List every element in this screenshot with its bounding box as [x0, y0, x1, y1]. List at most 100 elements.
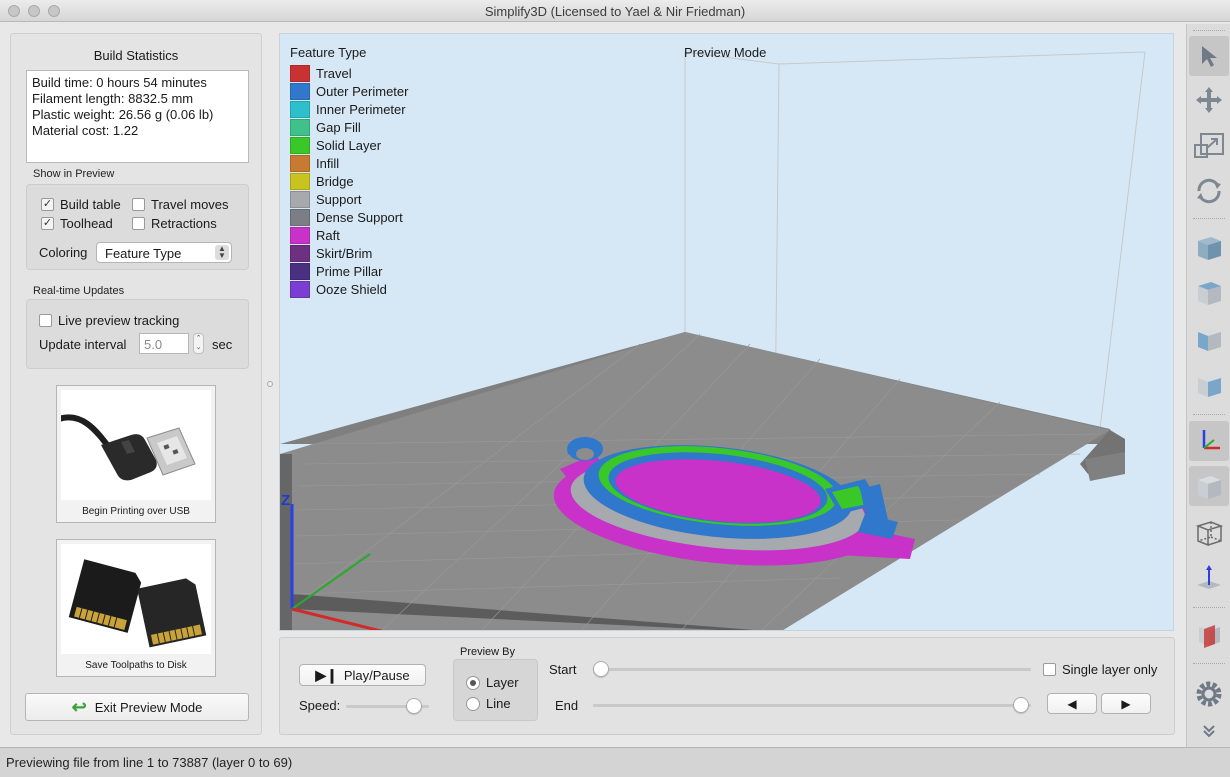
legend-item: Skirt/Brim: [290, 244, 408, 262]
splitter-handle[interactable]: [267, 381, 273, 387]
legend-swatch: [290, 262, 310, 280]
update-interval-stepper[interactable]: ⌃ ⌄: [193, 333, 204, 354]
legend-swatch: [290, 172, 310, 190]
coloring-select[interactable]: Feature Type ▲ ▼: [96, 242, 232, 263]
checkmark-icon: ✓: [41, 217, 54, 230]
build-statistics-box: Build time: 0 hours 54 minutes Filament …: [26, 70, 249, 163]
begin-printing-usb-button[interactable]: Begin Printing over USB: [56, 385, 216, 523]
show-in-preview-label: Show in Preview: [33, 168, 115, 180]
travel-moves-checkbox[interactable]: Travel moves: [132, 197, 229, 212]
side-view-icon[interactable]: [1189, 364, 1229, 404]
toolhead-checkbox[interactable]: ✓ Toolhead: [41, 216, 113, 231]
status-bar: Previewing file from line 1 to 73887 (la…: [0, 747, 1230, 777]
legend-item: Prime Pillar: [290, 262, 408, 280]
legend-item: Support: [290, 190, 408, 208]
legend-item: Infill: [290, 154, 408, 172]
select-arrow-icon[interactable]: [1189, 36, 1229, 76]
build-scene: [280, 51, 1146, 630]
next-layer-button[interactable]: ▶: [1101, 693, 1151, 714]
checkmark-icon: ✓: [41, 198, 54, 211]
gear-icon[interactable]: [1189, 674, 1229, 714]
stat-build-time: Build time: 0 hours 54 minutes: [32, 75, 207, 90]
front-view-icon[interactable]: [1189, 318, 1229, 358]
legend-title: Feature Type: [290, 45, 367, 60]
save-toolpaths-button[interactable]: Save Toolpaths to Disk: [56, 539, 216, 677]
coloring-label: Coloring: [39, 245, 88, 260]
build-table-checkbox[interactable]: ✓ Build table: [41, 197, 121, 212]
legend-swatch: [290, 154, 310, 172]
retractions-label: Retractions: [151, 216, 217, 231]
legend-label: Ooze Shield: [316, 281, 387, 297]
update-interval-unit: sec: [212, 337, 233, 352]
stat-filament-length: Filament length: 8832.5 mm: [32, 91, 194, 106]
travel-moves-label: Travel moves: [151, 197, 229, 212]
legend-swatch: [290, 100, 310, 118]
legend-label: Raft: [316, 227, 340, 243]
window-title: Simplify3D (Licensed to Yael & Nir Fried…: [484, 4, 746, 19]
legend-label: Skirt/Brim: [316, 245, 373, 261]
play-pause-icon: ▶❙: [315, 666, 338, 683]
update-interval-input[interactable]: 5.0: [139, 333, 189, 354]
previous-layer-button[interactable]: ◀: [1047, 693, 1097, 714]
z-axis-label: Z: [281, 492, 291, 509]
start-slider-track[interactable]: [593, 668, 1031, 671]
rotate-icon[interactable]: [1189, 171, 1229, 211]
select-arrows-icon: ▲ ▼: [215, 245, 229, 260]
line-radio[interactable]: Line: [466, 696, 511, 711]
legend-label: Dense Support: [316, 209, 403, 225]
realtime-updates-label: Real-time Updates: [33, 285, 125, 297]
line-radio-label: Line: [486, 696, 511, 711]
preview-mode-title: Preview Mode: [684, 45, 767, 60]
legend-swatch: [290, 190, 310, 208]
top-view-icon[interactable]: [1189, 272, 1229, 312]
realtime-updates-group: Live preview tracking Update interval 5.…: [26, 299, 249, 369]
play-pause-button[interactable]: ▶❙ Play/Pause: [299, 664, 426, 686]
play-pause-label: Play/Pause: [343, 667, 410, 683]
live-preview-tracking-checkbox[interactable]: Live preview tracking: [39, 313, 179, 328]
retractions-checkbox[interactable]: Retractions: [132, 216, 217, 231]
legend-item: Bridge: [290, 172, 408, 190]
solid-cube-icon[interactable]: [1189, 466, 1229, 506]
legend-label: Bridge: [316, 173, 354, 189]
legend-swatch: [290, 208, 310, 226]
preview-by-group: Layer Line: [453, 659, 538, 721]
build-statistics-title: Build Statistics: [93, 48, 179, 63]
speed-slider-thumb[interactable]: [405, 698, 422, 714]
cross-section-icon[interactable]: [1189, 614, 1229, 654]
right-arrow-icon: ▶: [1121, 696, 1131, 711]
expand-chevron-icon[interactable]: [1189, 719, 1229, 743]
legend-item: Inner Perimeter: [290, 100, 408, 118]
start-slider-thumb[interactable]: [593, 661, 609, 677]
scale-icon[interactable]: [1189, 126, 1229, 166]
default-view-icon[interactable]: [1189, 227, 1229, 267]
left-panel: Build Statistics Build time: 0 hours 54 …: [10, 33, 262, 735]
end-slider-track[interactable]: [593, 704, 1031, 707]
end-label: End: [555, 698, 579, 713]
legend-swatch: [290, 280, 310, 298]
single-layer-only-checkbox[interactable]: Single layer only: [1043, 662, 1157, 677]
end-slider-thumb[interactable]: [1013, 697, 1029, 713]
single-layer-only-label: Single layer only: [1062, 662, 1158, 677]
legend-swatch: [290, 244, 310, 262]
preview-viewport[interactable]: Z Feature Type Travel Outer Perimeter Inne…: [279, 33, 1174, 631]
stat-material-cost: Material cost: 1.22: [32, 123, 139, 138]
legend-label: Support: [316, 191, 362, 207]
legend-item: Outer Perimeter: [290, 82, 408, 100]
feature-type-legend: Feature Type Travel Outer Perimeter Inner …: [290, 45, 408, 298]
back-arrow-icon: ↩: [71, 696, 87, 717]
legend-swatch: [290, 226, 310, 244]
wireframe-cube-icon[interactable]: [1189, 512, 1229, 552]
layer-radio[interactable]: Layer: [466, 675, 519, 690]
legend-label: Solid Layer: [316, 137, 382, 153]
stat-plastic-weight: Plastic weight: 26.56 g (0.06 lb): [32, 107, 214, 122]
exit-preview-mode-button[interactable]: ↩ Exit Preview Mode: [25, 693, 249, 721]
left-arrow-icon: ◀: [1067, 696, 1077, 711]
legend-label: Prime Pillar: [316, 263, 383, 279]
live-preview-tracking-label: Live preview tracking: [58, 313, 180, 328]
move-icon[interactable]: [1189, 80, 1229, 120]
build-plate-icon[interactable]: [1189, 558, 1229, 598]
axes-icon[interactable]: [1189, 421, 1229, 461]
legend-item: Dense Support: [290, 208, 408, 226]
legend-item: Travel: [290, 64, 408, 82]
update-interval-label: Update interval: [39, 337, 127, 352]
